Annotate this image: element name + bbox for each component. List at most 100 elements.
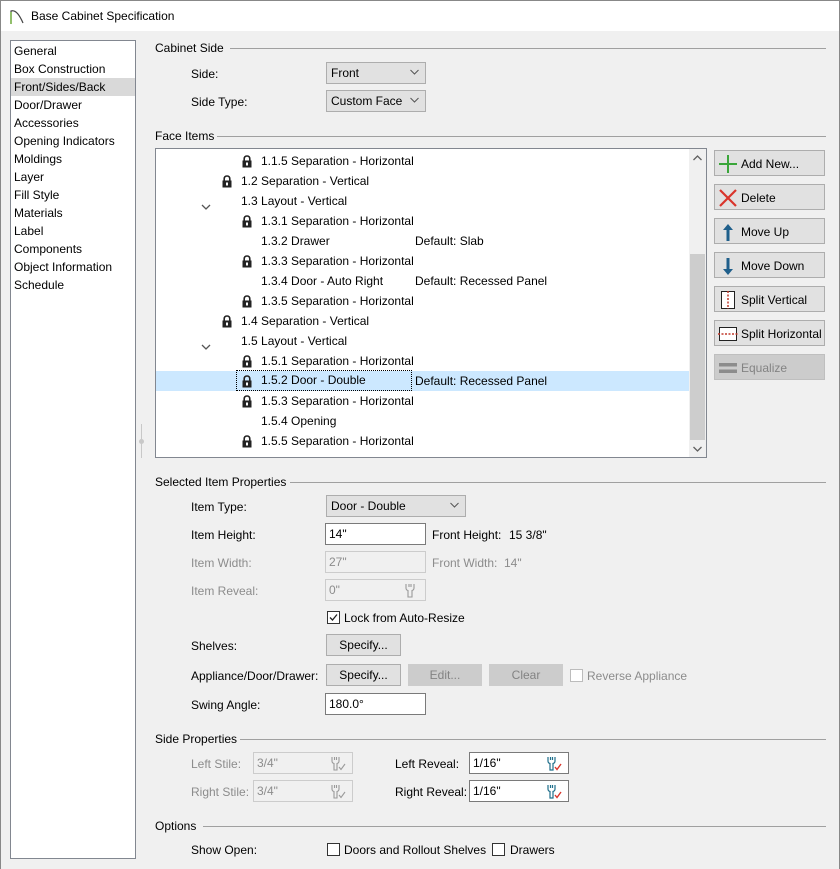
sidebar-item-accessories[interactable]: Accessories: [11, 114, 135, 132]
left-stile-value: 3/4": [257, 756, 278, 770]
drawers-checkbox[interactable]: [492, 843, 505, 856]
tree-row[interactable]: 1.5.5 Separation - Horizontal: [156, 431, 689, 451]
tree-row[interactable]: 1.5.2 Door - Double Default: Recessed Pan…: [156, 370, 689, 391]
lock-icon: [222, 174, 232, 188]
window-title: Base Cabinet Specification: [31, 9, 175, 23]
scroll-up-icon[interactable]: [693, 155, 702, 161]
tree-row[interactable]: 1.3.3 Separation - Horizontal: [156, 251, 689, 271]
sidebar-item-moldings[interactable]: Moldings: [11, 150, 135, 168]
item-reveal-value: 0": [329, 583, 340, 597]
chevron-down-icon: [450, 502, 459, 508]
group-divider: [240, 739, 826, 740]
sidebar-item-general[interactable]: General: [11, 42, 135, 60]
lock-auto-resize-checkbox[interactable]: [327, 611, 340, 624]
category-list[interactable]: General Box Construction Front/Sides/Back D…: [10, 40, 136, 859]
tree-row-label: 1.3.2 Drawer: [261, 234, 330, 248]
sidebar-item-components[interactable]: Components: [11, 240, 135, 258]
tree-row[interactable]: 1.5.3 Separation - Horizontal: [156, 391, 689, 411]
tree-row[interactable]: 1.3.2 Drawer Default: Slab: [156, 231, 689, 251]
tree-row[interactable]: 1.4 Separation - Vertical: [156, 311, 689, 331]
move-down-label: Move Down: [741, 259, 805, 273]
equalize-icon: [719, 363, 737, 373]
reverse-appliance-checkbox[interactable]: [570, 669, 583, 682]
tree-row[interactable]: 1.1.5 Separation - Horizontal: [156, 151, 689, 171]
side-label: Side:: [191, 67, 219, 81]
split-vertical-icon: [721, 291, 735, 309]
wrench-check-icon[interactable]: [328, 783, 346, 800]
split-horizontal-button[interactable]: Split Horizontal: [714, 320, 825, 346]
wrench-check-icon[interactable]: [544, 755, 562, 772]
side-type-select[interactable]: Custom Face: [326, 90, 426, 112]
move-up-label: Move Up: [741, 225, 790, 239]
appliance-specify-button[interactable]: Specify...: [326, 664, 401, 686]
tree-row-label: 1.3.5 Separation - Horizontal: [261, 294, 414, 308]
shelves-specify-button[interactable]: Specify...: [326, 634, 401, 656]
tree-scrollbar[interactable]: [689, 149, 706, 457]
wrench-icon[interactable]: [401, 582, 419, 599]
tree-row[interactable]: 1.3.5 Separation - Horizontal: [156, 291, 689, 311]
face-items-tree[interactable]: 1.1.5 Separation - Horizontal 1.2 Separat…: [155, 148, 707, 458]
split-vertical-button[interactable]: Split Vertical: [714, 286, 825, 312]
item-width-input[interactable]: 27": [325, 551, 426, 573]
sidebar-item-materials[interactable]: Materials: [11, 204, 135, 222]
shelves-label: Shelves:: [191, 639, 238, 653]
add-new-button[interactable]: Add New...: [714, 150, 825, 176]
item-reveal-input[interactable]: 0": [325, 579, 426, 601]
appliance-edit-button[interactable]: Edit...: [408, 664, 482, 686]
scroll-down-icon[interactable]: [693, 446, 702, 452]
title-bar: Base Cabinet Specification: [0, 0, 840, 31]
show-open-label: Show Open:: [191, 843, 258, 857]
move-up-button[interactable]: Move Up: [714, 218, 825, 244]
doors-rollout-checkbox[interactable]: [327, 843, 340, 856]
right-reveal-input[interactable]: 1/16": [469, 780, 569, 802]
lock-icon: [242, 254, 252, 268]
lock-icon: [222, 314, 232, 328]
lock-auto-resize-label[interactable]: Lock from Auto-Resize: [344, 611, 465, 625]
right-reveal-value: 1/16": [473, 784, 501, 798]
left-reveal-input[interactable]: 1/16": [469, 752, 569, 774]
expand-chevron-icon[interactable]: [201, 197, 211, 210]
appliance-clear-button[interactable]: Clear: [489, 664, 563, 686]
plus-icon: [719, 155, 737, 173]
left-stile-input[interactable]: 3/4": [253, 752, 353, 774]
sidebar-item-door-drawer[interactable]: Door/Drawer: [11, 96, 135, 114]
tree-row[interactable]: 1.5.1 Separation - Horizontal: [156, 351, 689, 371]
item-height-input[interactable]: 14": [325, 523, 426, 545]
side-select[interactable]: Front: [326, 62, 426, 84]
tree-row[interactable]: 1.3.1 Separation - Horizontal: [156, 211, 689, 231]
swing-angle-input[interactable]: 180.0°: [325, 693, 426, 715]
drawers-label[interactable]: Drawers: [510, 843, 555, 857]
splitter-grip[interactable]: [139, 439, 144, 444]
left-reveal-label: Left Reveal:: [395, 757, 460, 771]
equalize-button[interactable]: Equalize: [714, 354, 825, 380]
sidebar-item-object-information[interactable]: Object Information: [11, 258, 135, 276]
right-stile-input[interactable]: 3/4": [253, 780, 353, 802]
item-type-select[interactable]: Door - Double: [326, 495, 466, 517]
sidebar-item-label[interactable]: Label: [11, 222, 135, 240]
sidebar-item-layer[interactable]: Layer: [11, 168, 135, 186]
expand-chevron-icon[interactable]: [201, 337, 211, 350]
tree-row[interactable]: 1.3 Layout - Vertical: [156, 191, 689, 211]
arrow-down-icon: [723, 258, 733, 275]
sidebar-item-fill-style[interactable]: Fill Style: [11, 186, 135, 204]
right-reveal-label: Right Reveal:: [395, 785, 468, 799]
delete-button[interactable]: Delete: [714, 184, 825, 210]
sidebar-item-front-sides-back[interactable]: Front/Sides/Back: [11, 78, 135, 96]
sidebar-item-opening-indicators[interactable]: Opening Indicators: [11, 132, 135, 150]
chevron-down-icon: [410, 69, 419, 75]
sidebar-item-schedule[interactable]: Schedule: [11, 276, 135, 294]
tree-row[interactable]: 1.3.4 Door - Auto Right Default: Recessed…: [156, 271, 689, 291]
tree-row-default: Default: Slab: [415, 234, 484, 248]
wrench-check-icon[interactable]: [328, 755, 346, 772]
scrollbar-thumb[interactable]: [690, 254, 705, 440]
tree-row[interactable]: 1.5 Layout - Vertical: [156, 331, 689, 351]
tree-row[interactable]: 1.2 Separation - Vertical: [156, 171, 689, 191]
equalize-label: Equalize: [741, 361, 788, 375]
move-down-button[interactable]: Move Down: [714, 252, 825, 278]
doors-rollout-label[interactable]: Doors and Rollout Shelves: [344, 843, 486, 857]
tree-row[interactable]: 1.5.4 Opening: [156, 411, 689, 431]
tree-row-label: 1.5.2 Door - Double: [236, 370, 412, 391]
sidebar-item-box-construction[interactable]: Box Construction: [11, 60, 135, 78]
item-type-label: Item Type:: [191, 500, 247, 514]
wrench-check-icon[interactable]: [544, 783, 562, 800]
